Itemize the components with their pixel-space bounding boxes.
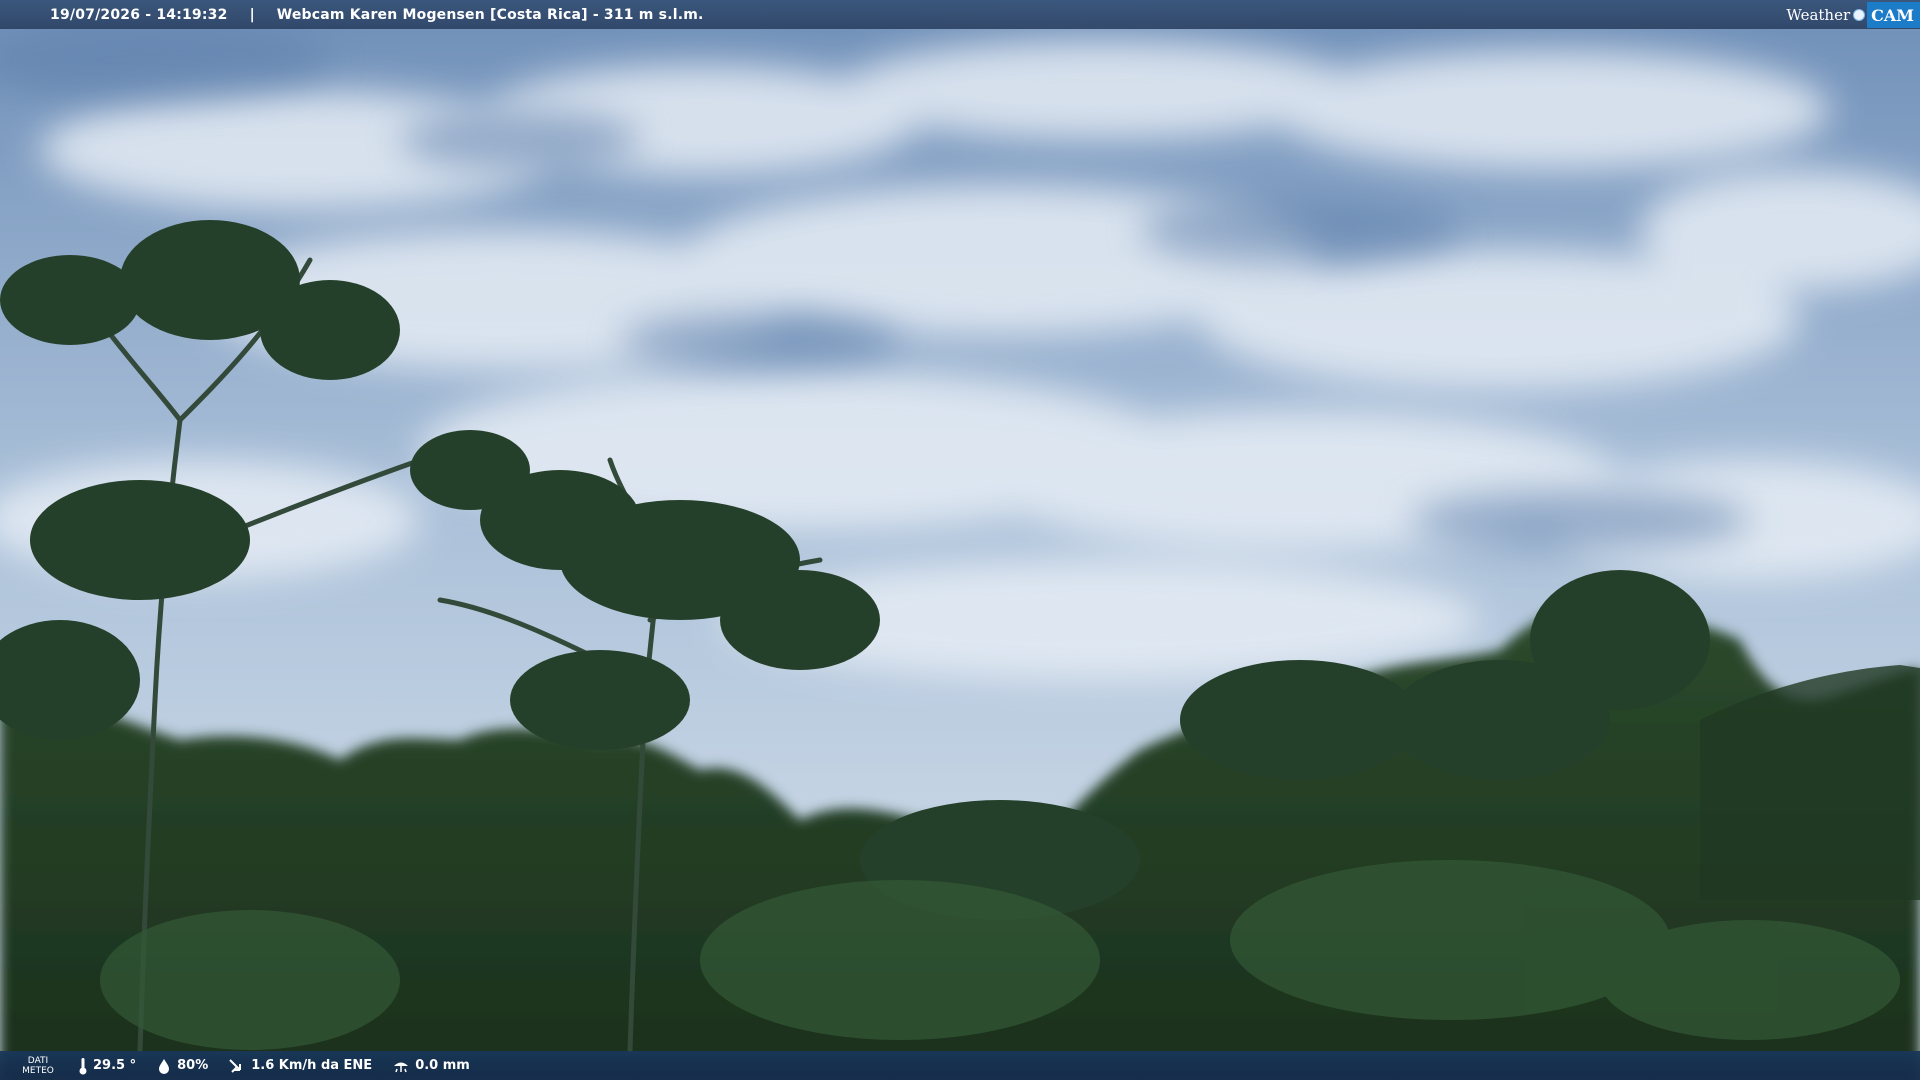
weather-data-label-line2: METEO bbox=[22, 1065, 54, 1076]
overlay-header: 19/07/2026 - 14:19:32 | Webcam Karen Mog… bbox=[0, 0, 1920, 29]
logo-dot-icon bbox=[1853, 8, 1866, 21]
humidity-readout: 80% bbox=[156, 1058, 208, 1074]
humidity-value: 80% bbox=[177, 1058, 209, 1073]
rain-readout: 0.0 mm bbox=[392, 1058, 470, 1074]
thermometer-icon bbox=[79, 1057, 87, 1074]
wind-readout: 1.6 Km/h da ENE bbox=[228, 1058, 372, 1074]
wind-icon bbox=[229, 1058, 242, 1073]
rain-gauge-icon bbox=[394, 1062, 409, 1072]
logo-cam-text: CAM bbox=[1867, 1, 1920, 28]
logo-weather-text: Weather bbox=[1786, 5, 1851, 24]
humidity-drop-icon bbox=[159, 1058, 170, 1074]
temperature-readout: 29.5 ° bbox=[78, 1057, 136, 1075]
location-title: Webcam Karen Mogensen [Costa Rica] - 311… bbox=[276, 6, 704, 23]
weather-data-bar: DATI METEO 29.5 ° 80% 1.6 Km/h da ENE 0.… bbox=[0, 1051, 1920, 1080]
temperature-value: 29.5 ° bbox=[93, 1058, 137, 1073]
timestamp: 19/07/2026 - 14:19:32 bbox=[50, 6, 228, 23]
weathercam-logo: Weather CAM bbox=[1786, 0, 1920, 29]
weather-data-label: DATI METEO bbox=[18, 1056, 58, 1076]
wind-value: 1.6 Km/h da ENE bbox=[251, 1058, 373, 1073]
webcam-image bbox=[0, 0, 1920, 1080]
separator: | bbox=[249, 6, 255, 23]
rain-value: 0.0 mm bbox=[415, 1058, 470, 1073]
weather-data-label-line1: DATI bbox=[27, 1055, 49, 1066]
